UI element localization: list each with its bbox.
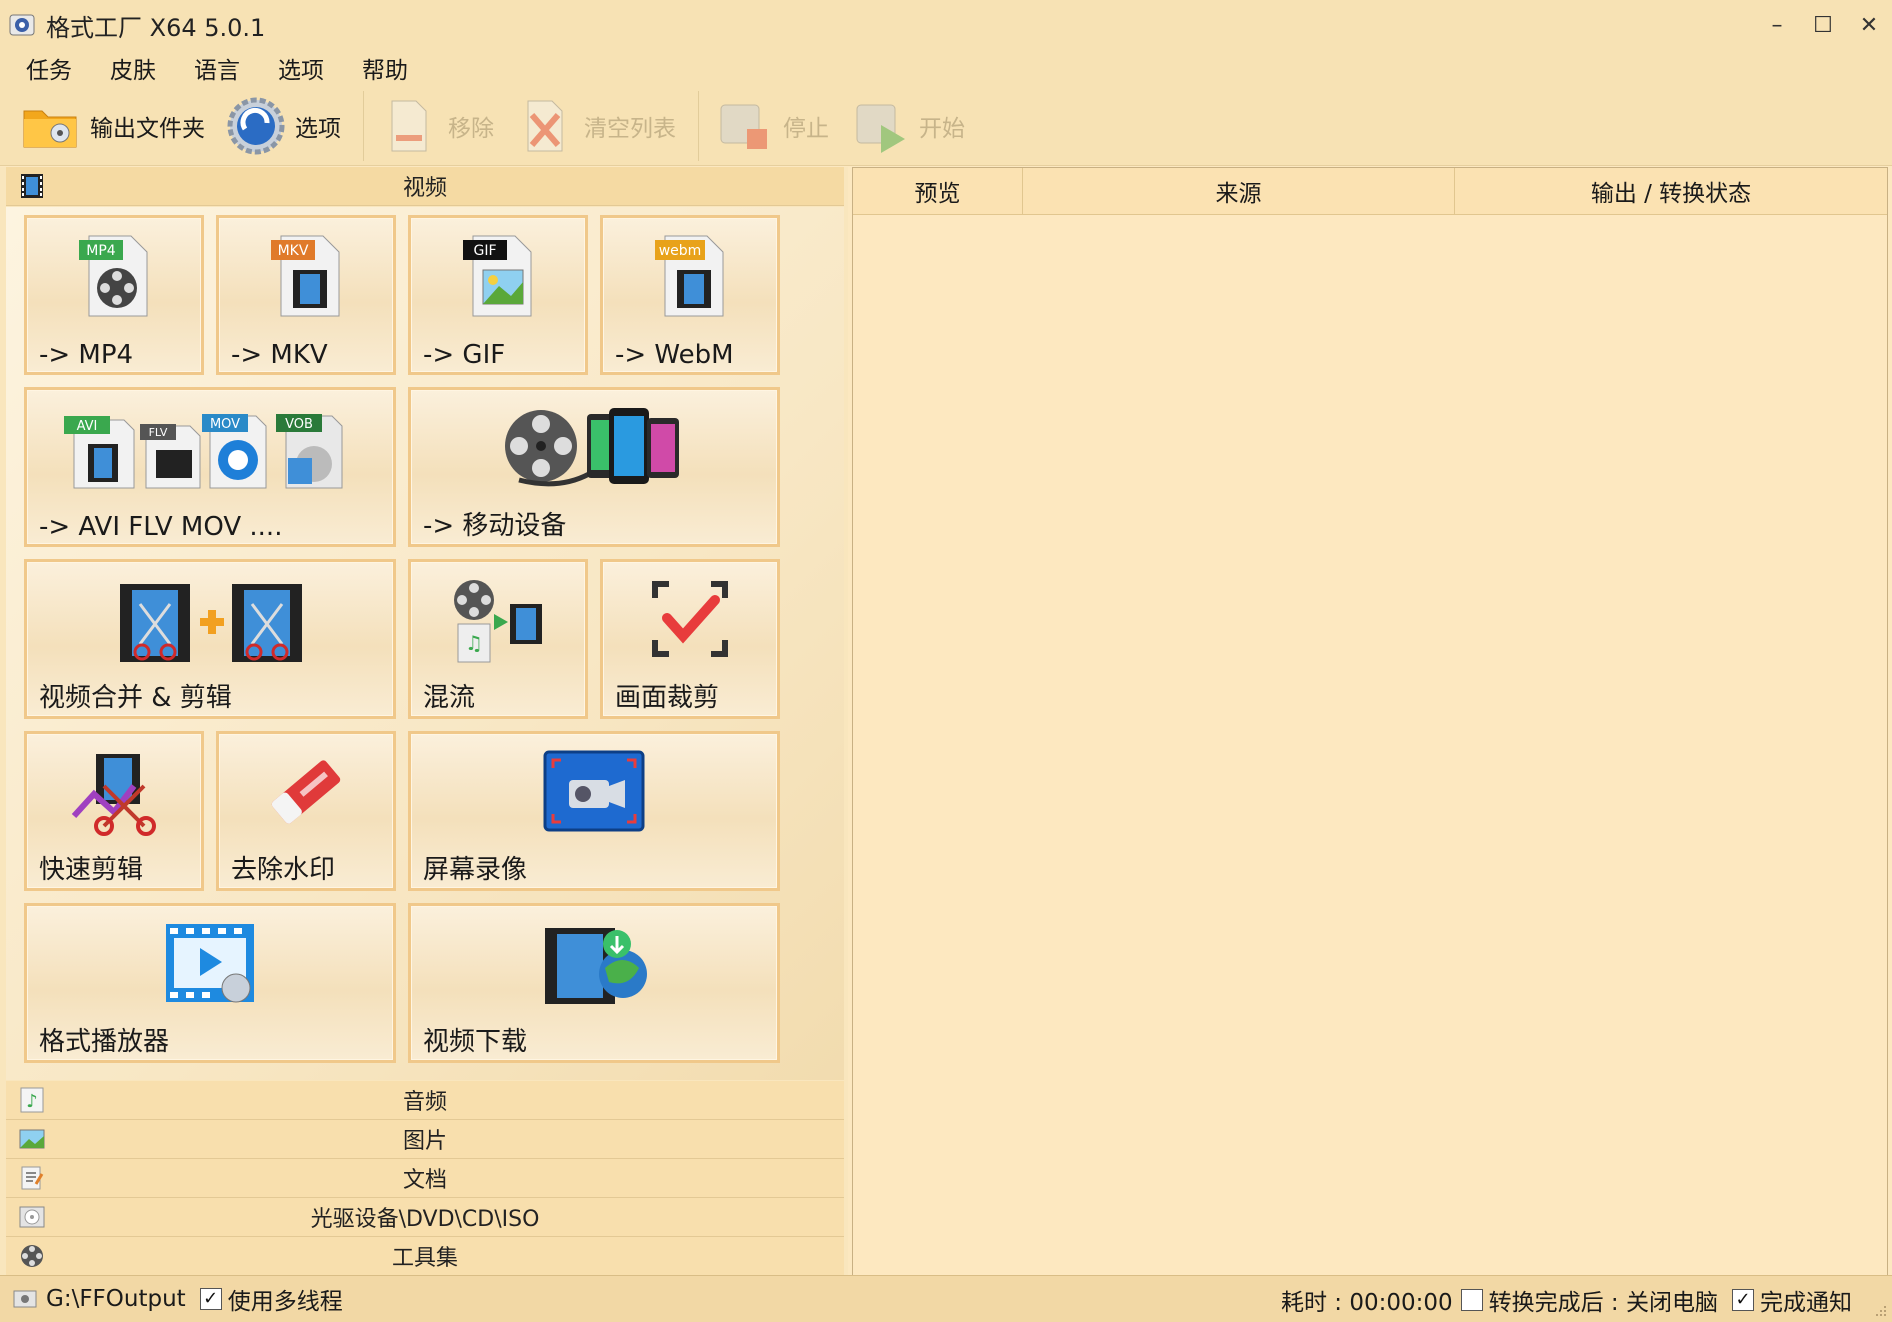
- task-list-panel[interactable]: 预览 来源 输出 / 转换状态: [852, 167, 1888, 1275]
- multi-format-icon: AVI FLV MOV VOB: [64, 414, 343, 489]
- multithread-checkbox[interactable]: ✓: [199, 1288, 222, 1310]
- mp4-file-icon: MP4: [79, 235, 148, 317]
- category-disc[interactable]: 光驱设备\DVD\CD\ISO: [6, 1198, 844, 1237]
- options-button[interactable]: 选项: [219, 91, 347, 161]
- tile-mkv[interactable]: MKV -> MKV: [216, 215, 396, 375]
- toolbar-separator: [698, 90, 699, 161]
- video-tiles-area: MP4 -> MP4 MKV -> MKV GIF -> GIF webm ->…: [6, 207, 844, 1080]
- maximize-button[interactable]: ☐: [1800, 0, 1846, 50]
- gif-file-icon: GIF: [463, 235, 532, 317]
- mobile-device-icon: [505, 408, 679, 487]
- status-right-group: 耗时 : 00:00:00 转换完成后 : 关闭电脑 ✓ 完成通知: [1281, 1276, 1852, 1322]
- menu-bar: 任务 皮肤 语言 选项 帮助: [0, 50, 1892, 86]
- svg-text:AVI: AVI: [77, 419, 98, 434]
- category-audio[interactable]: ♪ 音频: [6, 1081, 844, 1120]
- music-note-icon: ♪: [20, 1087, 44, 1113]
- svg-text:♪: ♪: [26, 1091, 38, 1112]
- app-logo-icon: [9, 14, 35, 36]
- tile-gif[interactable]: GIF -> GIF: [408, 215, 588, 375]
- window-controls: – ☐ ✕: [1754, 0, 1892, 50]
- column-output-status[interactable]: 输出 / 转换状态: [1455, 168, 1887, 214]
- elapsed-time: 耗时 : 00:00:00: [1280, 1289, 1453, 1316]
- after-convert-checkbox[interactable]: [1460, 1288, 1483, 1311]
- svg-text:webm: webm: [659, 243, 702, 259]
- tools-icon: [21, 1245, 43, 1267]
- webm-file-icon: webm: [655, 235, 724, 317]
- menu-help[interactable]: 帮助: [350, 51, 420, 85]
- video-download-icon: [545, 928, 647, 1004]
- picture-icon: [19, 1129, 45, 1149]
- minimize-button[interactable]: –: [1754, 0, 1800, 50]
- title-bar: 格式工厂 X64 5.0.1 – ☐ ✕: [0, 0, 1892, 50]
- svg-text:FLV: FLV: [149, 426, 168, 439]
- tile-quick-cut[interactable]: 快速剪辑: [24, 731, 204, 891]
- category-video[interactable]: 视频: [6, 167, 844, 206]
- tile-crop[interactable]: 画面裁剪: [600, 559, 780, 719]
- film-icon: [21, 174, 43, 198]
- screen-record-icon: [543, 750, 645, 832]
- output-folder-icon: [13, 1290, 37, 1308]
- quick-cut-icon: [71, 754, 156, 836]
- menu-language[interactable]: 语言: [182, 51, 252, 85]
- eraser-icon: [271, 760, 341, 824]
- disc-drive-icon: [19, 1206, 45, 1228]
- crop-check-icon: [652, 581, 728, 657]
- svg-text:VOB: VOB: [285, 417, 313, 432]
- multithread-label: 使用多线程: [227, 1289, 343, 1315]
- notify-label: 完成通知: [1760, 1289, 1852, 1316]
- tile-format-player[interactable]: 格式播放器: [24, 903, 396, 1063]
- tile-remove-watermark[interactable]: 去除水印: [216, 731, 396, 891]
- task-list-header: 预览 来源 输出 / 转换状态: [853, 168, 1887, 215]
- column-source[interactable]: 来源: [1023, 168, 1455, 214]
- start-icon: [856, 104, 905, 153]
- mkv-file-icon: MKV: [271, 235, 340, 317]
- category-image[interactable]: 图片: [6, 1120, 844, 1159]
- tile-video-merge-cut[interactable]: 视频合并 & 剪辑: [24, 559, 396, 719]
- tile-video-download[interactable]: 视频下载: [408, 903, 780, 1063]
- tile-mp4[interactable]: MP4 -> MP4: [24, 215, 204, 375]
- toolbar: 输出文件夹 选项 移除 清空列表 停止 开始: [0, 86, 1892, 166]
- tile-mux[interactable]: ♫ 混流: [408, 559, 588, 719]
- output-folder-button[interactable]: 输出文件夹: [14, 91, 211, 161]
- svg-text:♫: ♫: [465, 631, 483, 655]
- menu-skin[interactable]: 皮肤: [98, 51, 168, 85]
- window-title: 格式工厂 X64 5.0.1: [46, 13, 266, 42]
- category-document[interactable]: 文档: [6, 1159, 844, 1198]
- output-path[interactable]: G:\FFOutput: [46, 1286, 186, 1312]
- close-button[interactable]: ✕: [1846, 0, 1892, 50]
- svg-text:MOV: MOV: [210, 417, 240, 432]
- remove-document-icon: [391, 100, 427, 151]
- player-icon: [166, 924, 254, 1003]
- stop-button[interactable]: 停止: [707, 91, 835, 161]
- start-button[interactable]: 开始: [843, 91, 971, 161]
- document-icon: [21, 1166, 44, 1190]
- gear-icon: [227, 97, 285, 154]
- clear-list-button[interactable]: 清空列表: [508, 91, 682, 161]
- after-convert-label[interactable]: 转换完成后 : 关闭电脑: [1489, 1283, 1718, 1317]
- notify-checkbox[interactable]: ✓: [1732, 1288, 1754, 1311]
- resize-grip-icon[interactable]: [1872, 1302, 1888, 1318]
- tile-screen-record[interactable]: 屏幕录像: [408, 731, 780, 891]
- category-panel: 视频 MP4 -> MP4 MKV -> MKV GIF -> GIF webm…: [0, 167, 848, 1276]
- tile-mobile-device[interactable]: -> 移动设备: [408, 387, 780, 547]
- clear-list-icon: [527, 100, 563, 151]
- status-bar: G:\FFOutput ✓ 使用多线程 耗时 : 00:00:00 转换完成后 …: [0, 1275, 1892, 1322]
- toolbar-separator: [363, 90, 364, 161]
- folder-icon: [23, 110, 77, 147]
- tile-avi-flv-mov[interactable]: AVI FLV MOV VOB -> AVI FLV MOV ....: [24, 387, 396, 547]
- column-preview[interactable]: 预览: [853, 168, 1023, 214]
- svg-text:GIF: GIF: [473, 243, 496, 259]
- mux-icon: ♫: [454, 580, 542, 663]
- stop-icon: [720, 104, 767, 149]
- category-tools[interactable]: 工具集: [6, 1237, 844, 1276]
- svg-text:MKV: MKV: [278, 243, 309, 259]
- svg-text:MP4: MP4: [86, 243, 116, 259]
- remove-button[interactable]: 移除: [372, 91, 500, 161]
- tile-webm[interactable]: webm -> WebM: [600, 215, 780, 375]
- menu-options[interactable]: 选项: [266, 51, 336, 85]
- menu-task[interactable]: 任务: [14, 51, 84, 85]
- merge-cut-icon: [120, 584, 302, 662]
